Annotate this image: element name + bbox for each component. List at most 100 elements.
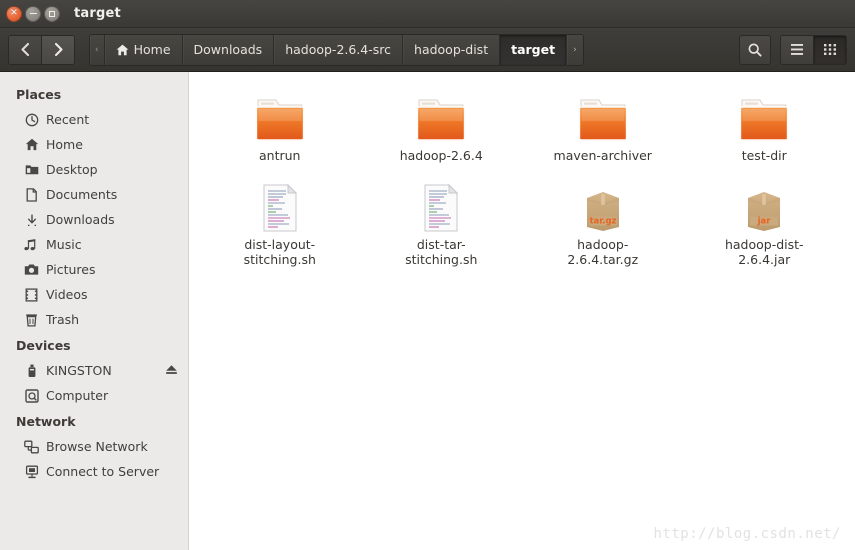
breadcrumb-next-button[interactable]: › <box>567 34 583 65</box>
sidebar-item-label: KINGSTON <box>46 363 112 378</box>
clock-icon <box>24 112 39 127</box>
file-name: dist-layout-stitching.sh <box>243 237 316 267</box>
usb-drive-icon <box>24 363 39 378</box>
chevron-left-icon <box>20 42 29 57</box>
sidebar-item-label: Trash <box>46 312 80 327</box>
window-controls: ✕ <box>6 5 60 22</box>
film-icon <box>24 287 39 302</box>
toolbar: ‹ Home Downloads hadoop-2.6.4-src hadoop… <box>0 28 855 72</box>
file-item[interactable]: test-dir <box>684 84 846 169</box>
title-bar: ✕ target <box>0 0 855 28</box>
file-name: hadoop-2.6.4 <box>399 148 483 163</box>
navigation-buttons <box>8 34 75 65</box>
breadcrumb-item-hadoop-src[interactable]: hadoop-2.6.4-src <box>274 34 404 65</box>
maximize-button[interactable] <box>44 5 60 22</box>
folder-icon <box>573 88 633 144</box>
sidebar-item-documents[interactable]: Documents <box>0 182 188 207</box>
archive-box-icon: jar <box>734 177 794 233</box>
sidebar-item-label: Downloads <box>46 212 115 227</box>
file-item[interactable]: dist-tar-stitching.sh <box>361 173 523 273</box>
breadcrumb-item-target[interactable]: target <box>500 34 568 65</box>
breadcrumb-item-downloads[interactable]: Downloads <box>182 34 275 65</box>
sidebar-item-label: Home <box>46 137 83 152</box>
breadcrumb: ‹ Home Downloads hadoop-2.6.4-src hadoop… <box>89 33 584 66</box>
file-name: test-dir <box>741 148 787 163</box>
music-note-icon <box>24 237 39 252</box>
search-icon <box>748 43 762 57</box>
sidebar-item-label: Music <box>46 237 82 252</box>
sidebar-item-kingston[interactable]: KINGSTON <box>0 358 188 383</box>
sidebar-item-browse-network[interactable]: Browse Network <box>0 434 188 459</box>
file-name: hadoop-2.6.4.tar.gz <box>567 237 639 267</box>
file-item[interactable]: antrun <box>199 84 361 169</box>
camera-icon <box>24 262 39 277</box>
desktop-folder-icon <box>24 162 39 177</box>
document-icon <box>24 187 39 202</box>
search-button[interactable] <box>739 34 771 65</box>
sidebar-item-label: Recent <box>46 112 90 127</box>
minimize-icon <box>29 12 37 15</box>
sidebar-item-desktop[interactable]: Desktop <box>0 157 188 182</box>
file-item[interactable]: jar hadoop-dist-2.6.4.jar <box>684 173 846 273</box>
minimize-button[interactable] <box>25 5 41 22</box>
file-item[interactable]: tar.gz hadoop-2.6.4.tar.gz <box>522 173 684 273</box>
breadcrumb-label: Downloads <box>193 42 263 57</box>
folder-icon <box>250 88 310 144</box>
sidebar-heading-places: Places <box>16 87 62 102</box>
sidebar-item-recent[interactable]: Recent <box>0 107 188 132</box>
view-mode-group <box>780 34 847 65</box>
home-icon <box>116 44 129 55</box>
sidebar-item-label: Computer <box>46 388 109 403</box>
breadcrumb-label: target <box>511 42 556 57</box>
back-button[interactable] <box>9 35 41 64</box>
sidebar-heading-devices: Devices <box>16 338 71 353</box>
archive-badge-text: tar.gz <box>589 217 616 227</box>
file-grid: antrun hadoop-2.6.4 maven-archiver test-… <box>189 72 855 273</box>
sidebar: Places Recent Home Desktop Documents Dow… <box>0 72 189 550</box>
grid-view-icon <box>824 44 836 55</box>
sidebar-item-computer[interactable]: Computer <box>0 383 188 408</box>
file-list-area[interactable]: antrun hadoop-2.6.4 maven-archiver test-… <box>189 72 855 550</box>
script-file-icon <box>250 177 310 233</box>
file-item[interactable]: maven-archiver <box>522 84 684 169</box>
window-title: target <box>74 6 121 21</box>
file-name: antrun <box>259 148 301 163</box>
forward-button[interactable] <box>41 35 74 64</box>
server-icon <box>24 464 39 479</box>
sidebar-item-label: Connect to Server <box>46 464 160 479</box>
trash-icon <box>24 312 39 327</box>
file-name: maven-archiver <box>553 148 652 163</box>
sidebar-item-music[interactable]: Music <box>0 232 188 257</box>
sidebar-item-label: Videos <box>46 287 88 302</box>
sidebar-item-connect-to-server[interactable]: Connect to Server <box>0 459 188 484</box>
sidebar-item-downloads[interactable]: Downloads <box>0 207 188 232</box>
grid-view-button[interactable] <box>813 35 846 64</box>
download-arrow-icon <box>24 212 39 227</box>
maximize-icon <box>49 10 55 17</box>
archive-box-icon: tar.gz <box>573 177 633 233</box>
network-icon <box>24 439 39 454</box>
breadcrumb-item-hadoop-dist[interactable]: hadoop-dist <box>403 34 501 65</box>
breadcrumb-label: hadoop-dist <box>414 42 489 57</box>
sidebar-item-home[interactable]: Home <box>0 132 188 157</box>
close-button[interactable]: ✕ <box>6 5 22 22</box>
sidebar-item-label: Desktop <box>46 162 98 177</box>
file-item[interactable]: hadoop-2.6.4 <box>361 84 523 169</box>
breadcrumb-overflow-button[interactable]: ‹ <box>90 34 105 65</box>
file-item[interactable]: dist-layout-stitching.sh <box>199 173 361 273</box>
sidebar-item-pictures[interactable]: Pictures <box>0 257 188 282</box>
chevron-right-icon <box>54 42 63 57</box>
list-view-button[interactable] <box>781 35 813 64</box>
script-file-icon <box>411 177 471 233</box>
file-name: dist-tar-stitching.sh <box>405 237 478 267</box>
breadcrumb-item-home[interactable]: Home <box>104 34 183 65</box>
sidebar-item-trash[interactable]: Trash <box>0 307 188 332</box>
sidebar-item-videos[interactable]: Videos <box>0 282 188 307</box>
window-body: Places Recent Home Desktop Documents Dow… <box>0 72 855 550</box>
sidebar-item-label: Documents <box>46 187 118 202</box>
hard-drive-icon <box>24 388 39 403</box>
breadcrumb-label: hadoop-2.6.4-src <box>285 42 392 57</box>
close-icon: ✕ <box>10 8 18 18</box>
eject-icon[interactable] <box>165 363 178 378</box>
file-name: hadoop-dist-2.6.4.jar <box>724 237 804 267</box>
